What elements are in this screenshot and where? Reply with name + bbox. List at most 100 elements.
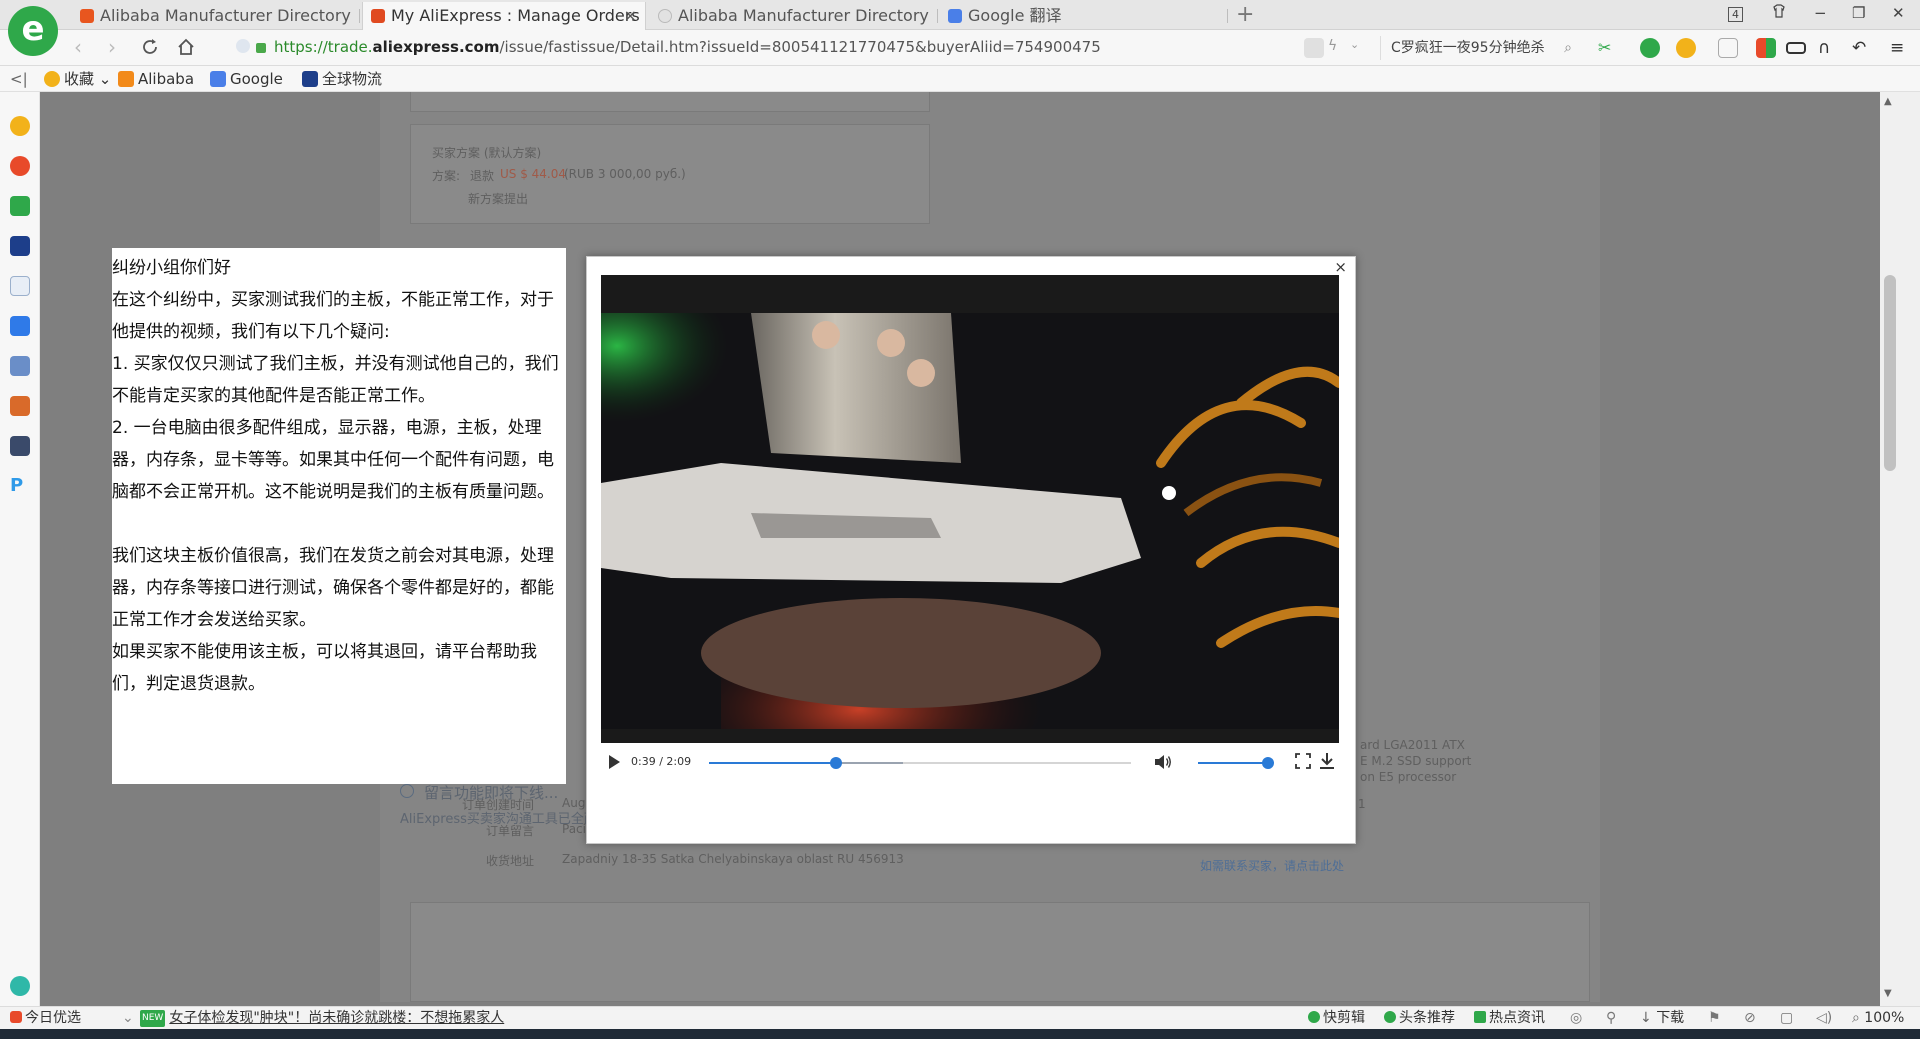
translate-icon[interactable]: [1640, 38, 1660, 58]
download-icon[interactable]: [1319, 752, 1335, 774]
play-icon[interactable]: [609, 755, 620, 769]
notes-icon[interactable]: [10, 276, 30, 296]
volume-icon[interactable]: [1153, 752, 1173, 776]
video-frame[interactable]: [601, 313, 1339, 729]
volume-slider[interactable]: [1198, 757, 1274, 769]
scroll-thumb[interactable]: [1884, 275, 1896, 471]
tab-google-translate[interactable]: Google 翻译: [940, 2, 1228, 30]
game-2-icon[interactable]: [10, 396, 30, 416]
refresh-icon[interactable]: [140, 37, 160, 61]
pan-icon[interactable]: P: [10, 476, 30, 496]
aliexpress-favicon-icon: [371, 9, 385, 23]
coupon-icon[interactable]: [1676, 38, 1696, 58]
logistics-icon: [302, 71, 318, 87]
clean-icon[interactable]: ⊘: [1744, 1010, 1756, 1027]
screenshot-icon[interactable]: [1718, 38, 1738, 58]
chat-icon[interactable]: [10, 316, 30, 336]
mail-icon[interactable]: [10, 196, 30, 216]
tab-count-badge[interactable]: 4: [1728, 7, 1743, 22]
star-icon: [44, 71, 60, 87]
gift-icon: [10, 1011, 22, 1023]
zoom-icon: ⌕: [1852, 1010, 1860, 1026]
video-progress-slider[interactable]: [709, 757, 1131, 769]
tab-my-aliexpress[interactable]: My AliExpress : Manage Orders ×: [362, 2, 646, 30]
undo-icon[interactable]: ↶: [1852, 38, 1872, 58]
download-label: 下载: [1656, 1010, 1685, 1026]
url-text: https://trade.aliexpress.com/issue/fasti…: [274, 38, 1101, 56]
game-3-icon[interactable]: [10, 436, 30, 456]
page-scrollbar[interactable]: ▲ ▼: [1880, 92, 1900, 1006]
message-paragraph: 2. 一台电脑由很多配件组成，显示器，电源，主板，处理器，内存条，显卡等等。如果…: [112, 418, 554, 502]
search-box[interactable]: C罗疯狂一夜95分钟绝杀 ⌕: [1380, 36, 1580, 60]
tab-alibaba-1[interactable]: Alibaba Manufacturer Directory: [72, 2, 360, 30]
forward-icon[interactable]: ›: [108, 36, 116, 58]
headlines[interactable]: 头条推荐: [1384, 1010, 1455, 1027]
back-icon[interactable]: ‹: [74, 36, 82, 58]
game-1-icon[interactable]: [10, 356, 30, 376]
chevron-down-icon[interactable]: ⌄: [122, 1010, 134, 1027]
alibaba-icon: [118, 71, 134, 87]
headlines-label: 头条推荐: [1399, 1010, 1455, 1026]
message-paragraph: 如果买家不能使用该主板，可以将其退回，请平台帮助我们，判定退货退款。: [112, 642, 537, 694]
lightning-icon[interactable]: ϟ: [1328, 38, 1348, 58]
minimize-button[interactable]: −: [1814, 4, 1827, 22]
browser-logo-icon[interactable]: e: [8, 6, 58, 56]
close-window-button[interactable]: ✕: [1892, 4, 1905, 22]
add-sidebar-icon[interactable]: [10, 976, 30, 996]
news-ticker[interactable]: NEW 女子体检发现"肿块"！尚未确诊就跳楼：不想拖累家人: [140, 1010, 504, 1027]
flag-icon[interactable]: ⚑: [1708, 1010, 1721, 1027]
lock-icon: [256, 43, 266, 53]
bookmark-google[interactable]: Google: [210, 70, 283, 88]
pin-icon[interactable]: ⚲: [1606, 1010, 1616, 1027]
scroll-up-icon[interactable]: ▲: [1884, 96, 1892, 107]
hot-news[interactable]: 热点资讯: [1474, 1010, 1545, 1027]
today-picks[interactable]: 今日优选: [10, 1010, 81, 1027]
ie-icon[interactable]: ◎: [1570, 1010, 1582, 1027]
fullscreen-icon[interactable]: [1295, 753, 1311, 773]
battery-icon[interactable]: [1786, 42, 1806, 54]
site-info-icon[interactable]: [236, 39, 250, 53]
maximize-button[interactable]: ❐: [1852, 4, 1865, 22]
bookmark-alibaba[interactable]: Alibaba: [118, 70, 194, 88]
menu-icon[interactable]: ≡: [1890, 38, 1910, 58]
bookmark-logistics[interactable]: 全球物流: [302, 70, 382, 88]
skin-icon[interactable]: [1772, 4, 1786, 22]
modal-close-icon[interactable]: ×: [1334, 259, 1347, 275]
apps-icon[interactable]: [1756, 38, 1776, 58]
headphones-icon[interactable]: ∩: [1818, 38, 1838, 58]
tab-title: Google 翻译: [968, 6, 1062, 25]
weibo-icon[interactable]: [10, 156, 30, 176]
chevron-down-icon[interactable]: ⌄: [1350, 38, 1370, 58]
downloads[interactable]: ↓ 下载: [1640, 1010, 1684, 1027]
tab-alibaba-2[interactable]: Alibaba Manufacturer Directory: [650, 2, 938, 30]
sound-icon[interactable]: ◁): [1816, 1010, 1832, 1027]
volume-knob[interactable]: [1262, 757, 1274, 769]
new-plan-label[interactable]: 新方案提出: [468, 190, 528, 207]
progress-knob[interactable]: [830, 757, 843, 769]
tab-close-icon[interactable]: ×: [624, 2, 637, 30]
url-field[interactable]: https://trade.aliexpress.com/issue/fasti…: [234, 35, 1334, 61]
favorites-star-icon[interactable]: [10, 116, 30, 136]
tab-bar: Alibaba Manufacturer Directory My AliExp…: [0, 0, 1920, 30]
news-headline[interactable]: 女子体检发现"肿块"！尚未确诊就跳楼：不想拖累家人: [169, 1010, 504, 1026]
home-icon[interactable]: [176, 37, 196, 61]
new-tab-button[interactable]: +: [1236, 2, 1254, 28]
message-paragraph-blank: [112, 508, 564, 540]
bookmark-favorites[interactable]: 收藏 ⌄: [44, 70, 111, 88]
scroll-down-icon[interactable]: ▼: [1884, 988, 1892, 999]
zoom-level[interactable]: ⌕ 100%: [1852, 1010, 1904, 1027]
dispute-message-panel: 纠纷小组你们好 在这个纠纷中，买家测试我们的主板，不能正常工作，对于他提供的视频…: [112, 248, 566, 784]
qr-code-icon[interactable]: [1304, 38, 1324, 58]
collapse-icon[interactable]: <|: [10, 70, 28, 88]
bookmark-label: Alibaba: [138, 70, 195, 88]
address-bar: ‹ › https://trade.aliexpress.com/issue/f…: [0, 30, 1920, 66]
video-modal: × 0:39 / 2:09: [586, 256, 1356, 844]
scissors-icon[interactable]: ✂: [1598, 38, 1618, 58]
window-icon[interactable]: ▢: [1780, 1010, 1793, 1027]
search-icon[interactable]: ⌕: [1564, 36, 1572, 60]
quick-edit[interactable]: 快剪辑: [1308, 1010, 1365, 1027]
news-icon[interactable]: [10, 236, 30, 256]
video-player[interactable]: [601, 275, 1339, 743]
product-line-1: ard LGA2011 ATX: [1360, 738, 1465, 752]
contact-buyer-link[interactable]: 如需联系买家，请点击此处: [1200, 857, 1344, 874]
